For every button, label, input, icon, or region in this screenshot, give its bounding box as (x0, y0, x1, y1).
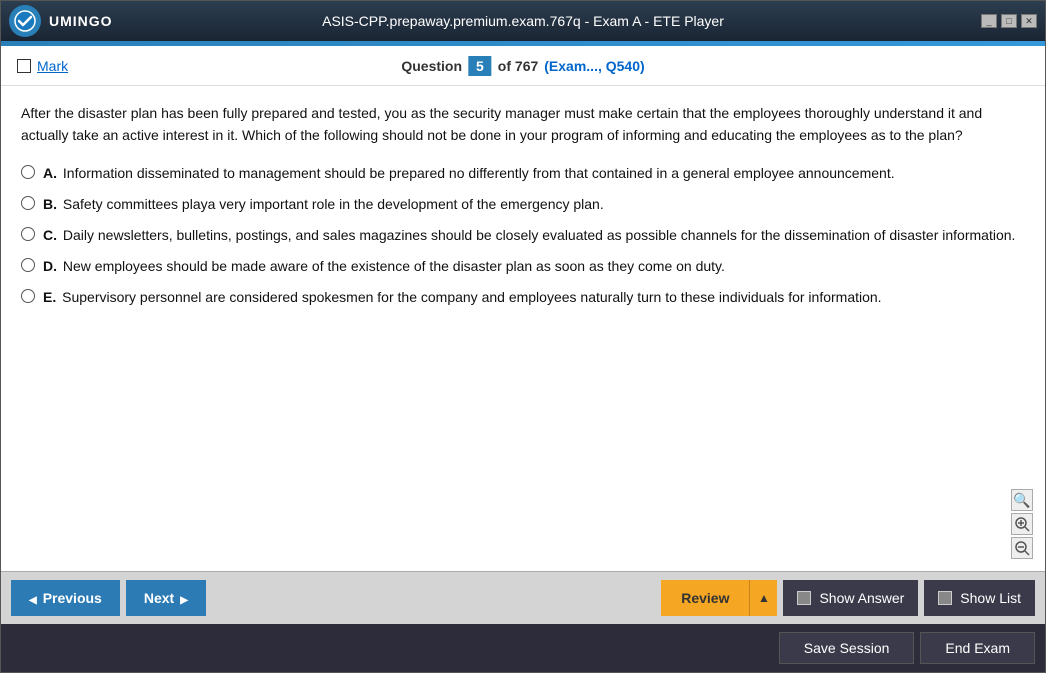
window-controls: _ □ ✕ (981, 14, 1037, 28)
zoom-controls: 🔍 (1011, 489, 1033, 559)
option-item-b: B. Safety committees playa very importan… (21, 194, 1025, 215)
option-radio-b[interactable] (21, 196, 35, 210)
end-exam-label: End Exam (945, 640, 1010, 656)
options-list: A. Information disseminated to managemen… (21, 163, 1025, 308)
minimize-button[interactable]: _ (981, 14, 997, 28)
question-text: After the disaster plan has been fully p… (21, 102, 1025, 147)
option-radio-d[interactable] (21, 258, 35, 272)
option-item-c: C. Daily newsletters, bulletins, posting… (21, 225, 1025, 246)
option-text-b: B. Safety committees playa very importan… (43, 194, 604, 215)
review-button-group: Review ▲ (661, 580, 777, 616)
question-header: Mark Question 5 of 767 (Exam..., Q540) (1, 46, 1045, 86)
save-session-button[interactable]: Save Session (779, 632, 915, 664)
show-answer-checkbox (797, 591, 811, 605)
exam-ref: (Exam..., Q540) (544, 58, 644, 74)
option-text-c: C. Daily newsletters, bulletins, posting… (43, 225, 1015, 246)
next-arrow-icon (180, 590, 188, 606)
review-dropdown-button[interactable]: ▲ (749, 580, 777, 616)
option-radio-e[interactable] (21, 289, 35, 303)
next-button[interactable]: Next (126, 580, 206, 616)
option-radio-c[interactable] (21, 227, 35, 241)
review-button[interactable]: Review (661, 580, 749, 616)
question-total: of 767 (498, 58, 538, 74)
main-content: After the disaster plan has been fully p… (1, 86, 1045, 571)
mark-checkbox[interactable] (17, 59, 31, 73)
window-title: ASIS-CPP.prepaway.premium.exam.767q - Ex… (322, 13, 724, 29)
next-label: Next (144, 590, 174, 606)
search-icon[interactable]: 🔍 (1011, 489, 1033, 511)
title-bar: UMINGO ASIS-CPP.prepaway.premium.exam.76… (1, 1, 1045, 41)
option-text-a: A. Information disseminated to managemen… (43, 163, 895, 184)
footer-nav: Previous Next Review ▲ Show Answer Show … (1, 571, 1045, 624)
previous-button[interactable]: Previous (11, 580, 120, 616)
mark-label[interactable]: Mark (37, 58, 68, 74)
question-number-area: Question 5 of 767 (Exam..., Q540) (401, 56, 644, 76)
option-radio-a[interactable] (21, 165, 35, 179)
review-dropdown-icon: ▲ (758, 591, 770, 605)
option-item-a: A. Information disseminated to managemen… (21, 163, 1025, 184)
zoom-out-button[interactable] (1011, 537, 1033, 559)
zoom-in-button[interactable] (1011, 513, 1033, 535)
close-button[interactable]: ✕ (1021, 14, 1037, 28)
option-text-d: D. New employees should be made aware of… (43, 256, 725, 277)
end-exam-button[interactable]: End Exam (920, 632, 1035, 664)
option-item-e: E. Supervisory personnel are considered … (21, 287, 1025, 308)
show-list-label: Show List (960, 590, 1021, 606)
maximize-button[interactable]: □ (1001, 14, 1017, 28)
show-answer-button[interactable]: Show Answer (783, 580, 918, 616)
question-label: Question (401, 58, 462, 74)
show-list-button[interactable]: Show List (924, 580, 1035, 616)
mark-container: Mark (17, 58, 68, 74)
show-list-checkbox (938, 591, 952, 605)
logo-text: UMINGO (49, 13, 113, 29)
show-answer-label: Show Answer (819, 590, 904, 606)
review-label: Review (681, 590, 729, 606)
option-text-e: E. Supervisory personnel are considered … (43, 287, 882, 308)
save-session-label: Save Session (804, 640, 890, 656)
question-number-badge: 5 (468, 56, 492, 76)
logo-icon (9, 5, 41, 37)
title-bar-left: UMINGO (9, 5, 113, 37)
action-bar: Save Session End Exam (1, 624, 1045, 672)
app-window: UMINGO ASIS-CPP.prepaway.premium.exam.76… (0, 0, 1046, 673)
previous-label: Previous (43, 590, 102, 606)
option-item-d: D. New employees should be made aware of… (21, 256, 1025, 277)
previous-arrow-icon (29, 590, 37, 606)
